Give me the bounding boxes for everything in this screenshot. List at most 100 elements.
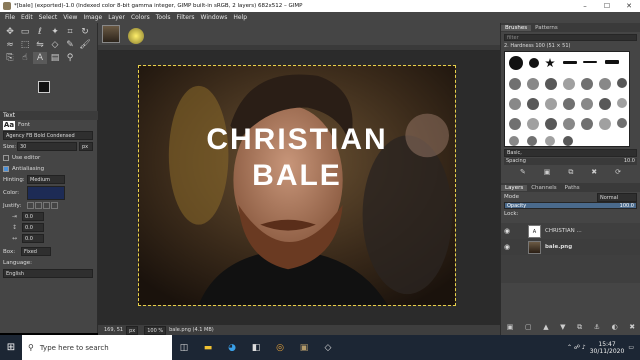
brush-item[interactable] <box>509 118 521 130</box>
antialiasing-checkbox[interactable] <box>3 165 9 172</box>
photo-title-text[interactable]: CHRISTIAN BALE <box>139 122 455 194</box>
brush-item[interactable] <box>529 58 539 68</box>
brush-item[interactable] <box>605 60 619 64</box>
menu-file[interactable]: File <box>2 14 18 21</box>
font-field[interactable]: Agency FB Bold Condensed <box>3 131 93 140</box>
font-preview-icon[interactable]: Aa <box>3 120 15 130</box>
unit-select[interactable]: px <box>126 325 139 335</box>
fg-bg-colors[interactable] <box>38 81 60 101</box>
notifications-icon[interactable]: ▭ <box>628 344 634 351</box>
image-tab-thumbnail[interactable] <box>102 25 120 43</box>
delete-layer-icon[interactable]: ✖ <box>629 323 635 332</box>
menu-view[interactable]: View <box>60 14 80 21</box>
justify-right-icon[interactable] <box>35 202 42 209</box>
mode-select[interactable]: Normal <box>597 192 637 202</box>
smudge-tool-icon[interactable]: ☝ <box>18 52 32 64</box>
taskbar-search[interactable]: ⚲ Type here to search <box>22 335 172 360</box>
brush-item[interactable] <box>545 118 557 130</box>
duplicate-brush-icon[interactable]: ⧉ <box>568 168 573 177</box>
indent-field[interactable]: 0.0 <box>22 212 44 221</box>
edit-brush-icon[interactable]: ✎ <box>520 168 526 177</box>
tab-patterns[interactable]: Patterns <box>531 25 562 31</box>
layer-row[interactable]: ◉ A CHRISTIAN ... <box>501 223 640 239</box>
brush-item[interactable] <box>617 118 627 128</box>
letter-spacing-field[interactable]: 0.0 <box>22 234 44 243</box>
brush-item[interactable] <box>509 98 521 110</box>
delete-brush-icon[interactable]: ✖ <box>591 168 597 177</box>
brush-preset-select[interactable]: Basic, <box>504 149 637 157</box>
tab-brushes[interactable]: Brushes <box>501 24 532 31</box>
lower-layer-icon[interactable]: ▼ <box>560 323 565 332</box>
clone-tool-icon[interactable]: ⎘ <box>3 52 17 64</box>
text-color-swatch[interactable] <box>27 185 65 200</box>
justify-fill-icon[interactable] <box>51 202 58 209</box>
move-tool-icon[interactable]: ✥ <box>3 26 17 38</box>
menu-colors[interactable]: Colors <box>128 14 153 21</box>
rect-select-tool-icon[interactable]: ▭ <box>18 26 32 38</box>
brush-item[interactable] <box>527 98 539 110</box>
language-field[interactable]: English <box>3 269 93 278</box>
brush-item[interactable] <box>509 78 521 90</box>
brush-filter-input[interactable]: filter <box>504 34 637 41</box>
brush-item[interactable] <box>617 98 627 108</box>
brush-item[interactable] <box>509 136 519 146</box>
crop-tool-icon[interactable]: ⌗ <box>63 26 77 38</box>
brush-item[interactable] <box>581 78 593 90</box>
minimize-button[interactable]: – <box>574 2 596 10</box>
brush-item[interactable] <box>545 78 557 90</box>
spacing-slider[interactable]: Spacing 10.0 <box>504 158 637 165</box>
raise-layer-icon[interactable]: ▲ <box>543 323 548 332</box>
rotate-tool-icon[interactable]: ↻ <box>78 26 92 38</box>
eye-icon[interactable]: ◉ <box>504 227 514 235</box>
brush-item[interactable] <box>563 78 575 90</box>
close-button[interactable]: ✕ <box>618 2 640 10</box>
zoom-select[interactable]: 100 % <box>144 325 167 335</box>
fuzzy-select-tool-icon[interactable]: ✦ <box>48 26 62 38</box>
canvas-area[interactable]: CHRISTIAN BALE <box>98 51 500 325</box>
brush-item[interactable] <box>563 118 575 130</box>
layer-name[interactable]: bale.png <box>545 244 572 250</box>
menu-help[interactable]: Help <box>230 14 250 21</box>
new-layer-icon[interactable]: ▣ <box>507 323 514 332</box>
task-view-icon[interactable]: ◫ <box>172 335 196 360</box>
brush-item[interactable] <box>581 98 593 110</box>
box-select[interactable]: Fixed <box>21 247 51 256</box>
brush-item[interactable] <box>563 136 573 146</box>
eye-icon[interactable]: ◉ <box>504 243 514 251</box>
brush-item[interactable] <box>563 98 575 110</box>
brush-grid[interactable] <box>504 51 630 147</box>
line-spacing-field[interactable]: 0.0 <box>22 223 44 232</box>
mask-layer-icon[interactable]: ◐ <box>612 323 618 332</box>
brush-item[interactable] <box>545 98 557 110</box>
brush-item[interactable] <box>527 78 539 90</box>
brush-item[interactable] <box>545 136 555 146</box>
new-brush-icon[interactable]: ▣ <box>544 168 551 177</box>
menu-layer[interactable]: Layer <box>105 14 128 21</box>
menu-image[interactable]: Image <box>80 14 105 21</box>
cortana-icon[interactable]: ◇ <box>316 335 340 360</box>
menu-edit[interactable]: Edit <box>18 14 36 21</box>
gradient-tool-icon[interactable]: ▤ <box>48 52 62 64</box>
foreground-color-swatch[interactable] <box>38 81 50 93</box>
brush-item[interactable] <box>599 78 611 90</box>
store-icon[interactable]: ◧ <box>244 335 268 360</box>
paintbrush-tool-icon[interactable]: 🖌 <box>78 39 92 51</box>
text-tool-icon[interactable]: A <box>33 52 47 64</box>
edge-icon[interactable]: ◕ <box>220 335 244 360</box>
zoom-tool-icon[interactable]: ⚲ <box>63 52 77 64</box>
justify-left-icon[interactable] <box>27 202 34 209</box>
brush-item[interactable] <box>617 78 627 88</box>
use-editor-checkbox[interactable] <box>3 154 9 161</box>
layer-row[interactable]: ◉ bale.png <box>501 239 640 255</box>
layer-group-icon[interactable]: ▢ <box>525 323 532 332</box>
brush-item[interactable] <box>599 98 611 110</box>
anchor-layer-icon[interactable]: ⚓ <box>594 323 600 332</box>
menu-select[interactable]: Select <box>36 14 61 21</box>
opacity-slider[interactable]: Opacity 100.0 <box>504 202 637 209</box>
refresh-brushes-icon[interactable]: ⟳ <box>615 168 621 177</box>
clock[interactable]: 15:47 30/11/2020 <box>590 341 625 355</box>
duplicate-layer-icon[interactable]: ⧉ <box>577 323 582 332</box>
size-field[interactable]: 30 <box>17 142 77 151</box>
justify-center-icon[interactable] <box>43 202 50 209</box>
cage-tool-icon[interactable]: ◇ <box>48 39 62 51</box>
